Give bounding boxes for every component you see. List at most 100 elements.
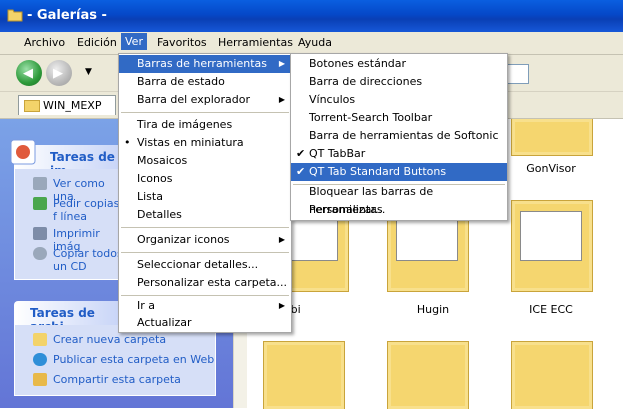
folder-label-ice-ecc: ICE ECC xyxy=(529,303,573,316)
slideshow-icon xyxy=(33,177,47,190)
submenu-item-torrent-search[interactable]: Torrent-Search Toolbar xyxy=(291,109,507,127)
menu-item-icons[interactable]: Iconos xyxy=(119,170,291,188)
folder-thumbnail[interactable] xyxy=(263,341,345,409)
window-title: - Galerías - xyxy=(27,8,107,23)
submenu-item-standard-buttons[interactable]: Botones estándar xyxy=(291,55,507,73)
menu-separator xyxy=(121,252,289,253)
menu-separator xyxy=(121,112,289,113)
file-tasks-body: Crear nueva carpeta Publicar esta carpet… xyxy=(14,325,216,396)
tab-win-mexp[interactable]: WIN_MEXP xyxy=(18,95,116,115)
submenu-arrow-icon: ▶ xyxy=(278,301,285,310)
submenu-item-customize[interactable]: Personalizar... xyxy=(291,201,507,219)
menu-item-tiles[interactable]: Mosaicos xyxy=(119,152,291,170)
menu-item-label: Ir a xyxy=(137,299,156,312)
view-menu: Barras de herramientas ▶ Barra de estado … xyxy=(118,53,292,333)
picture-tasks-icon xyxy=(10,139,36,165)
menu-favoritos[interactable]: Favoritos xyxy=(157,36,207,49)
menu-item-label: Vistas en miniatura xyxy=(137,136,244,149)
tab-label: WIN_MEXP xyxy=(43,99,102,112)
new-folder-icon xyxy=(33,333,47,346)
folder-label-gonvisor: GonVisor xyxy=(526,162,576,175)
folder-thumbnail[interactable] xyxy=(511,119,593,156)
menu-ver[interactable]: Ver xyxy=(121,33,147,50)
back-arrow-icon: ◀ xyxy=(23,66,33,81)
menu-item-label: Barra de herramientas de Softonic xyxy=(309,129,499,142)
submenu-item-softonic[interactable]: Barra de herramientas de Softonic xyxy=(291,127,507,145)
menu-herramientas[interactable]: Herramientas xyxy=(218,36,293,49)
menu-item-label: Actualizar xyxy=(137,316,192,329)
folder-icon xyxy=(7,9,23,22)
menu-separator xyxy=(121,295,289,296)
submenu-arrow-icon: ▶ xyxy=(278,95,285,104)
menu-item-label: Vínculos xyxy=(309,93,356,106)
menu-item-label: QT TabBar xyxy=(309,147,366,160)
check-icon: ✔ xyxy=(296,165,306,178)
menu-item-label: Barra de estado xyxy=(137,75,225,88)
folder-label-hugin: Hugin xyxy=(416,303,450,316)
printer-icon xyxy=(33,227,47,240)
check-icon: ✔ xyxy=(296,147,306,160)
menu-item-label: Personalizar esta carpeta... xyxy=(137,276,288,289)
submenu-item-qt-tab-standard-buttons[interactable]: ✔ QT Tab Standard Buttons xyxy=(291,163,507,181)
web-publish-icon xyxy=(33,353,47,366)
menu-bar: Archivo Edición Ver Favoritos Herramient… xyxy=(0,32,623,55)
forward-arrow-icon: ▶ xyxy=(53,66,63,81)
menu-item-label: Iconos xyxy=(137,172,173,185)
menu-item-label: Lista xyxy=(137,190,163,203)
submenu-item-links[interactable]: Vínculos xyxy=(291,91,507,109)
submenu-item-qt-tabbar[interactable]: ✔ QT TabBar xyxy=(291,145,507,163)
share-folder-icon xyxy=(33,373,47,386)
submenu-item-lock-toolbars[interactable]: Bloquear las barras de herramientas xyxy=(291,183,507,216)
menu-item-label: QT Tab Standard Buttons xyxy=(309,165,447,178)
menu-item-refresh[interactable]: Actualizar xyxy=(119,314,291,332)
menu-item-label: Personalizar... xyxy=(309,203,386,216)
menu-item-list[interactable]: Lista xyxy=(119,188,291,206)
menu-item-label: Barra de direcciones xyxy=(309,75,423,88)
menu-item-label: Organizar iconos xyxy=(137,233,230,246)
menu-item-label: Tira de imágenes xyxy=(137,118,233,131)
task-publish-web[interactable]: Publicar esta carpeta en Web xyxy=(53,353,214,366)
menu-item-go-to[interactable]: Ir a ▶ xyxy=(119,297,291,315)
bullet-icon: • xyxy=(124,136,131,149)
menu-item-label: Seleccionar detalles... xyxy=(137,258,259,271)
menu-item-label: Torrent-Search Toolbar xyxy=(309,111,433,124)
cd-icon xyxy=(33,247,47,260)
menu-item-status-bar[interactable]: Barra de estado xyxy=(119,73,291,91)
menu-item-filmstrip[interactable]: Tira de imágenes xyxy=(119,116,291,134)
submenu-arrow-icon: ▶ xyxy=(278,59,285,68)
order-prints-icon xyxy=(33,197,47,210)
system-tasks-body: Ver como una Pedir copias f línea Imprim… xyxy=(14,169,126,280)
task-new-folder[interactable]: Crear nueva carpeta xyxy=(53,333,166,346)
folder-thumbnail[interactable] xyxy=(387,341,469,409)
task-order-prints[interactable]: Pedir copias f línea xyxy=(53,197,123,223)
menu-item-label: Mosaicos xyxy=(137,154,188,167)
folder-preview xyxy=(520,211,582,261)
menu-item-label: Barras de herramientas xyxy=(137,57,267,70)
task-share-folder[interactable]: Compartir esta carpeta xyxy=(53,373,181,386)
task-copy-cd[interactable]: Copiar todos un CD xyxy=(53,247,123,273)
folder-thumbnail[interactable] xyxy=(511,200,593,292)
submenu-item-address-bar[interactable]: Barra de direcciones xyxy=(291,73,507,91)
menu-item-label: Detalles xyxy=(137,208,182,221)
menu-ayuda[interactable]: Ayuda xyxy=(298,36,332,49)
menu-item-label: Botones estándar xyxy=(309,57,407,70)
menu-item-customize-folder[interactable]: Personalizar esta carpeta... xyxy=(119,274,291,292)
menu-item-explorer-bar[interactable]: Barra del explorador ▶ xyxy=(119,91,291,109)
back-button[interactable]: ◀ xyxy=(16,60,42,86)
menu-item-toolbars[interactable]: Barras de herramientas ▶ xyxy=(119,55,291,73)
menu-item-choose-details[interactable]: Seleccionar detalles... xyxy=(119,256,291,274)
submenu-arrow-icon: ▶ xyxy=(278,235,285,244)
forward-button[interactable]: ▶ xyxy=(46,60,72,86)
menu-item-details[interactable]: Detalles xyxy=(119,206,291,224)
menu-item-thumbnails[interactable]: • Vistas en miniatura xyxy=(119,134,291,152)
menu-item-arrange-icons[interactable]: Organizar iconos ▶ xyxy=(119,231,291,249)
file-tasks-header[interactable]: Tareas de archi xyxy=(14,301,124,334)
menu-item-label: Barra del explorador xyxy=(137,93,251,106)
history-dropdown-icon[interactable]: ▼ xyxy=(85,67,92,77)
menu-archivo[interactable]: Archivo xyxy=(24,36,65,49)
system-tasks-header[interactable]: Tareas de im xyxy=(10,139,124,178)
folder-thumbnail[interactable] xyxy=(511,341,593,409)
menu-edicion[interactable]: Edición xyxy=(77,36,117,49)
menu-separator xyxy=(121,227,289,228)
title-bar: - Galerías - xyxy=(0,0,623,32)
